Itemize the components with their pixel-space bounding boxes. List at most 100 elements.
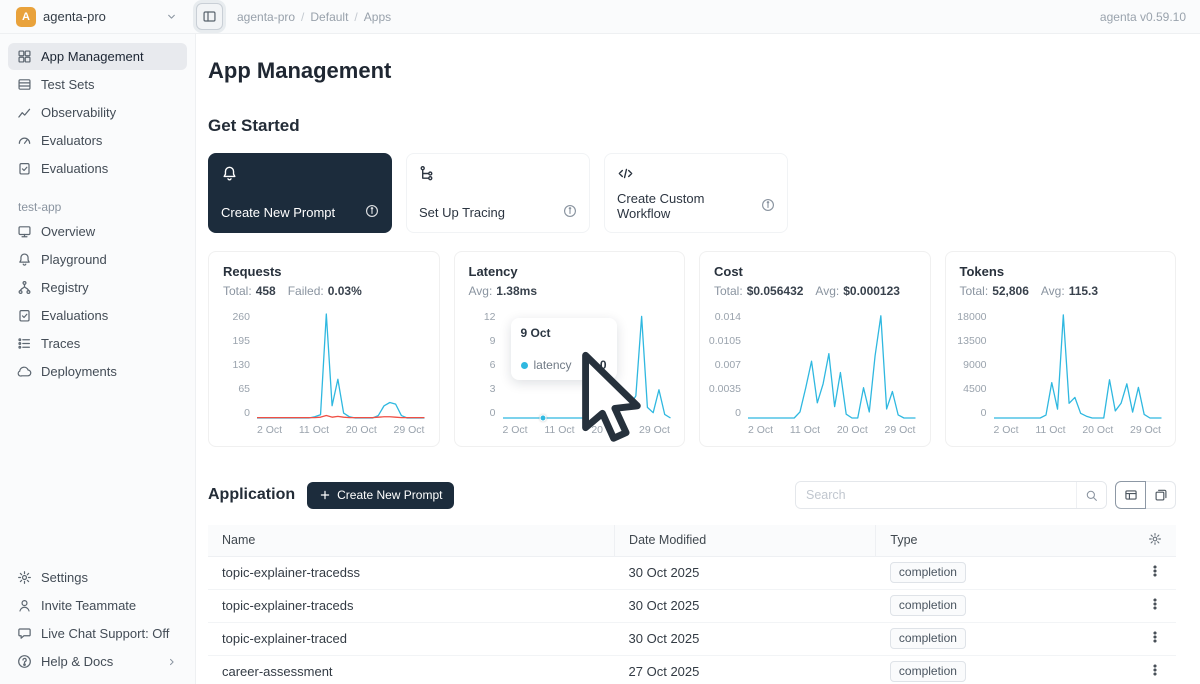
info-icon[interactable] [365,204,379,221]
table-view-icon [1124,488,1138,502]
cost-stat-card: Cost Total:$0.056432 Avg:$0.000123 0.014… [699,251,931,447]
application-toolbar: Application Create New Prompt [208,481,1176,509]
x-axis: 2 Oct11 Oct20 Oct29 Oct [257,424,425,436]
stats-row: Requests Total:458 Failed:0.03% 26019513… [208,251,1176,447]
latency-stat-card: Latency Avg:1.38ms 129630 9 Oct latency … [454,251,686,447]
info-icon[interactable] [563,204,577,221]
sidebar-item-evaluators[interactable]: Evaluators [8,127,187,154]
gauge-icon [17,133,32,148]
sidebar-item-settings[interactable]: Settings [8,564,187,591]
stat-meta: Total:458 Failed:0.03% [223,284,425,298]
page-title: App Management [208,58,1176,84]
sidebar-item-label: Settings [41,570,88,585]
monitor-icon [17,224,32,239]
set-up-tracing-card[interactable]: Set Up Tracing [406,153,590,233]
row-menu-button[interactable] [1148,564,1162,578]
sidebar-item-registry[interactable]: Registry [8,274,187,301]
card-view-icon [1154,488,1168,502]
type-tag: completion [890,661,966,682]
app-version: agenta v0.59.10 [1100,10,1186,24]
stat-meta: Total:52,806 Avg:115.3 [960,284,1162,298]
app-date: 30 Oct 2025 [615,589,876,622]
workspace-name: agenta-pro [43,9,106,24]
column-header-date-modified[interactable]: Date Modified [615,525,876,556]
list-icon [17,336,32,351]
card-view-button[interactable] [1145,481,1176,509]
sidebar-item-playground[interactable]: Playground [8,246,187,273]
app-date: 27 Oct 2025 [615,655,876,684]
row-menu-button[interactable] [1148,663,1162,677]
application-heading: Application [208,486,295,504]
table-row[interactable]: topic-explainer-traceds 30 Oct 2025 comp… [208,589,1176,622]
breadcrumb-item-project[interactable]: Default [310,10,363,24]
application-section: Application Create New Prompt N [208,481,1176,684]
sidebar-item-deployments[interactable]: Deployments [8,358,187,385]
sidebar-item-invite-teammate[interactable]: Invite Teammate [8,592,187,619]
sidebar-item-label: Playground [41,252,107,267]
sidebar-item-label: App Management [41,49,144,64]
stat-title: Requests [223,264,425,279]
sidebar-app-nav: Overview Playground Registry Evaluations… [0,218,195,385]
view-toggle [1115,481,1176,509]
create-new-prompt-card[interactable]: Create New Prompt [208,153,392,233]
search-input[interactable] [796,482,1076,508]
y-axis: 0.0140.01050.0070.00350 [714,312,748,418]
table-settings-gear-icon[interactable] [1148,535,1162,549]
sidebar-item-help-docs[interactable]: Help & Docs [8,648,187,675]
y-axis: 260195130650 [223,312,257,418]
sidebar-toggle-button[interactable] [196,3,223,30]
card-label: Create New Prompt [221,205,335,220]
row-menu-button[interactable] [1148,597,1162,611]
apps-table: Name Date Modified Type topic-explainer-… [208,525,1176,684]
column-header-name[interactable]: Name [208,525,615,556]
sidebar-item-evaluations[interactable]: Evaluations [8,155,187,182]
type-tag: completion [890,628,966,649]
tooltip-date: 9 Oct [521,326,607,340]
app-date: 30 Oct 2025 [615,556,876,589]
topbar: A agenta-pro agenta-pro Default Apps age… [0,0,1200,34]
sidebar-item-live-chat-support[interactable]: Live Chat Support: Off [8,620,187,647]
info-icon[interactable] [761,198,775,215]
sidebar-item-test-sets[interactable]: Test Sets [8,71,187,98]
table-view-button[interactable] [1115,481,1146,509]
sidebar-item-traces[interactable]: Traces [8,330,187,357]
table-row[interactable]: topic-explainer-tracedss 30 Oct 2025 com… [208,556,1176,589]
workspace-avatar: A [16,7,36,27]
search-box [795,481,1107,509]
help-icon [17,654,32,669]
stat-title: Latency [469,264,671,279]
sidebar-item-label: Test Sets [41,77,94,92]
create-custom-workflow-card[interactable]: Create Custom Workflow [604,153,788,233]
sidebar-item-label: Registry [41,280,89,295]
chevron-right-icon [166,656,178,668]
search-icon [1085,489,1098,502]
app-name: career-assessment [208,655,615,684]
get-started-heading: Get Started [208,116,1176,136]
table-row[interactable]: topic-explainer-traced 30 Oct 2025 compl… [208,622,1176,655]
type-tag: completion [890,562,966,583]
requests-stat-card: Requests Total:458 Failed:0.03% 26019513… [208,251,440,447]
search-button[interactable] [1076,482,1106,508]
sidebar-item-observability[interactable]: Observability [8,99,187,126]
table-header-row: Name Date Modified Type [208,525,1176,556]
stat-title: Tokens [960,264,1162,279]
chevron-down-icon [165,10,178,23]
table-icon [17,77,32,92]
sidebar-item-overview[interactable]: Overview [8,218,187,245]
workspace-selector[interactable]: A agenta-pro [8,3,186,31]
sidebar-item-app-evaluations[interactable]: Evaluations [8,302,187,329]
row-menu-button[interactable] [1148,630,1162,644]
create-new-prompt-button[interactable]: Create New Prompt [307,482,454,509]
latency-chart: 9 Oct latency 0 [503,312,671,418]
fork-icon [17,280,32,295]
sidebar-item-app-management[interactable]: App Management [8,43,187,70]
clipboard-check-icon [17,161,32,176]
app-name: topic-explainer-traced [208,622,615,655]
breadcrumb-item-workspace[interactable]: agenta-pro [237,10,310,24]
column-header-type[interactable]: Type [876,525,1118,556]
sidebar-item-label: Live Chat Support: Off [41,626,169,641]
clipboard-check-icon [17,308,32,323]
table-row[interactable]: career-assessment 27 Oct 2025 completion [208,655,1176,684]
sidebar-bottom-nav: Settings Invite Teammate Live Chat Suppo… [0,563,195,676]
get-started-cards: Create New Prompt Set Up Tracing Create … [208,153,1176,233]
